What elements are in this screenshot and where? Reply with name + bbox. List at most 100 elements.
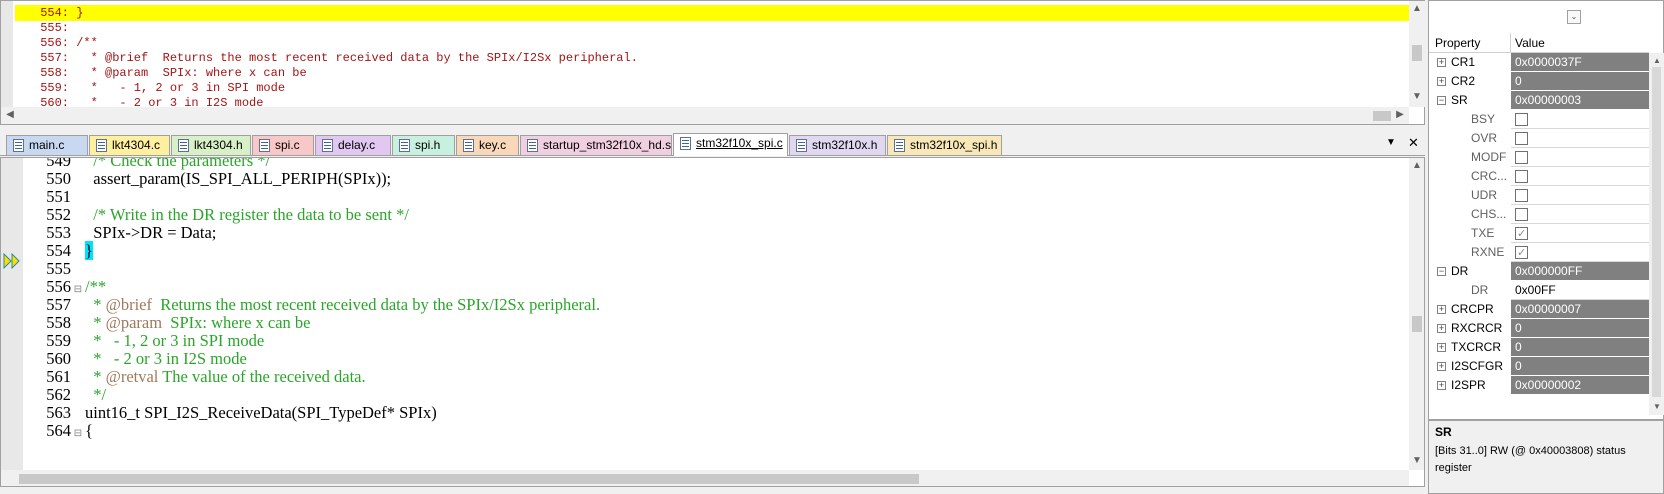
code-line[interactable]: 550 assert_param(IS_SPI_ALL_PERIPH(SPIx)… [23,169,1393,188]
code-line[interactable]: 556 ⊟/** [23,277,1393,296]
code-line[interactable]: 551 [23,187,1393,206]
unchecked-checkbox[interactable] [1515,151,1528,164]
property-value[interactable]: 0x00000003 [1511,91,1649,110]
property-value[interactable]: 0 [1511,357,1649,376]
disassembly-line[interactable]: 556: /** [15,35,1409,51]
editor-vertical-scrollbar[interactable]: ▲ ▼ [1409,158,1424,470]
property-row-rxcrcr[interactable]: + RXCRCR 0 [1429,319,1649,339]
code-line[interactable]: 563 uint16_t SPI_I2S_ReceiveData(SPI_Type… [23,403,1393,422]
property-value[interactable]: 0x00000002 [1511,376,1649,395]
code-line[interactable]: 564 ⊟{ [23,421,1393,440]
property-row-crcpr[interactable]: + CRCPR 0x00000007 [1429,300,1649,320]
tab-stm32f10x-spi-c[interactable]: stm32f10x_spi.c [673,133,788,156]
code-editor[interactable]: 549 /* Check the parameters */550 assert… [0,157,1425,487]
unchecked-checkbox[interactable] [1515,170,1528,183]
disassembly-vertical-scrollbar[interactable]: ▲ ▼ [1409,1,1425,107]
disassembly-vscroll-thumb[interactable] [1412,45,1422,61]
property-row-rxne[interactable]: RXNE [1429,243,1649,263]
expand-icon[interactable]: + [1437,343,1446,352]
collapse-icon[interactable]: − [1437,267,1446,276]
unchecked-checkbox[interactable] [1515,208,1528,221]
chevron-down-icon[interactable]: ⌄ [1567,10,1581,24]
disassembly-hscroll-thumb[interactable] [1373,111,1391,121]
tab-key-c[interactable]: key.c [456,135,519,155]
unchecked-checkbox[interactable] [1515,132,1528,145]
disassembly-horizontal-scrollbar[interactable]: ◀ ▶ [1,107,1409,124]
expand-icon[interactable]: + [1437,305,1446,314]
property-value[interactable]: 0 [1511,338,1649,357]
tab-spi-c[interactable]: spi.c [252,135,314,155]
disassembly-line[interactable]: 554: } [15,5,1409,21]
editor-hscroll-thumb[interactable] [19,474,919,484]
scroll-right-arrow-icon[interactable]: ▶ [1393,109,1407,121]
tab-startup-stm32f10x-hd-s[interactable]: startup_stm32f10x_hd.s [520,135,672,155]
code-line[interactable]: 554} [23,241,1393,260]
code-line[interactable]: 555 [23,259,1393,278]
property-row-ovr[interactable]: OVR [1429,129,1649,149]
disassembly-line[interactable]: 557: * @brief Returns the most recent re… [15,50,1409,66]
property-row-chs[interactable]: CHS... [1429,205,1649,225]
tab-lkt4304-c[interactable]: lkt4304.c [89,135,170,155]
collapse-icon[interactable]: − [1437,96,1446,105]
scroll-left-arrow-icon[interactable]: ◀ [3,109,17,121]
code-line[interactable]: 557 * @brief Returns the most recent rec… [23,295,1393,314]
expand-icon[interactable]: + [1437,362,1446,371]
code-line[interactable]: 561 * @retval The value of the received … [23,367,1393,386]
code-line[interactable]: 559 * - 1, 2 or 3 in SPI mode [23,331,1393,350]
code-line[interactable]: 553 SPIx->DR = Data; [23,223,1393,242]
code-line[interactable]: 558 * @param SPIx: where x can be [23,313,1393,332]
scroll-up-arrow-icon[interactable]: ▲ [1410,3,1424,15]
properties-scrollbar[interactable]: ▲ ▼ [1649,53,1664,415]
properties-scroll-thumb[interactable] [1652,67,1661,397]
unchecked-checkbox[interactable] [1515,113,1528,126]
property-value[interactable]: 0 [1511,72,1649,91]
expand-icon[interactable]: + [1437,77,1446,86]
property-row-i2scfgr[interactable]: + I2SCFGR 0 [1429,357,1649,377]
tab-spi-h[interactable]: spi.h [392,135,455,155]
tab-main-c[interactable]: main.c [6,135,88,155]
code-line[interactable]: 560 * - 2 or 3 in I2S mode [23,349,1393,368]
disassembly-line[interactable]: 558: * @param SPIx: where x can be [15,65,1409,81]
editor-scroll-down-arrow-icon[interactable]: ▼ [1410,455,1424,467]
checked-checkbox[interactable] [1515,244,1528,263]
scroll-down-arrow-icon[interactable]: ▼ [1410,91,1424,103]
tab-lkt4304-h[interactable]: lkt4304.h [171,135,251,155]
tab-delay-c[interactable]: delay.c [315,135,391,155]
tab-list-dropdown-icon[interactable]: ▼ [1386,137,1396,148]
property-value[interactable]: 0x00FF [1511,281,1649,300]
editor-scroll-up-arrow-icon[interactable]: ▲ [1410,160,1424,172]
property-value[interactable]: 0x00000007 [1511,300,1649,319]
disassembly-line[interactable]: 555: [15,20,1409,36]
properties-scroll-down-arrow-icon[interactable]: ▼ [1650,401,1664,413]
value-column-header[interactable]: Value [1511,33,1649,53]
disassembly-pane[interactable]: 554: } 555: 556: /** 557: * @brief Returns … [0,0,1425,125]
property-row-txcrcr[interactable]: + TXCRCR 0 [1429,338,1649,358]
property-row-bsy[interactable]: BSY [1429,110,1649,130]
property-row-cr1[interactable]: + CR1 0x0000037F [1429,53,1649,73]
unchecked-checkbox[interactable] [1515,189,1528,202]
property-row-udr[interactable]: UDR [1429,186,1649,206]
checked-checkbox[interactable] [1515,225,1528,244]
tab-stm32f10x-spi-h[interactable]: stm32f10x_spi.h [887,135,1002,155]
property-row-dr[interactable]: DR 0x00FF [1429,281,1649,301]
expand-icon[interactable]: + [1437,58,1446,67]
code-line[interactable]: 552 /* Write in the DR register the data… [23,205,1393,224]
editor-horizontal-scrollbar[interactable] [1,470,1409,486]
expand-icon[interactable]: + [1437,324,1446,333]
property-value[interactable]: 0 [1511,319,1649,338]
disassembly-line[interactable]: 559: * - 1, 2 or 3 in SPI mode [15,80,1409,96]
property-row-sr[interactable]: − SR 0x00000003 [1429,91,1649,111]
property-value[interactable]: 0x0000037F [1511,53,1649,72]
property-row-i2spr[interactable]: + I2SPR 0x00000002 [1429,376,1649,396]
properties-scroll-up-arrow-icon[interactable]: ▲ [1650,55,1664,67]
property-value[interactable]: 0x000000FF [1511,262,1649,281]
tab-stm32f10x-h[interactable]: stm32f10x.h [789,135,886,155]
property-row-dr[interactable]: − DR 0x000000FF [1429,262,1649,282]
property-row-cr2[interactable]: + CR2 0 [1429,72,1649,92]
property-row-crc[interactable]: CRC... [1429,167,1649,187]
property-column-header[interactable]: Property [1429,33,1511,53]
editor-vscroll-thumb[interactable] [1412,316,1422,332]
expand-icon[interactable]: + [1437,381,1446,390]
property-row-modf[interactable]: MODF [1429,148,1649,168]
fold-toggle-icon[interactable]: ⊟ [71,424,85,443]
